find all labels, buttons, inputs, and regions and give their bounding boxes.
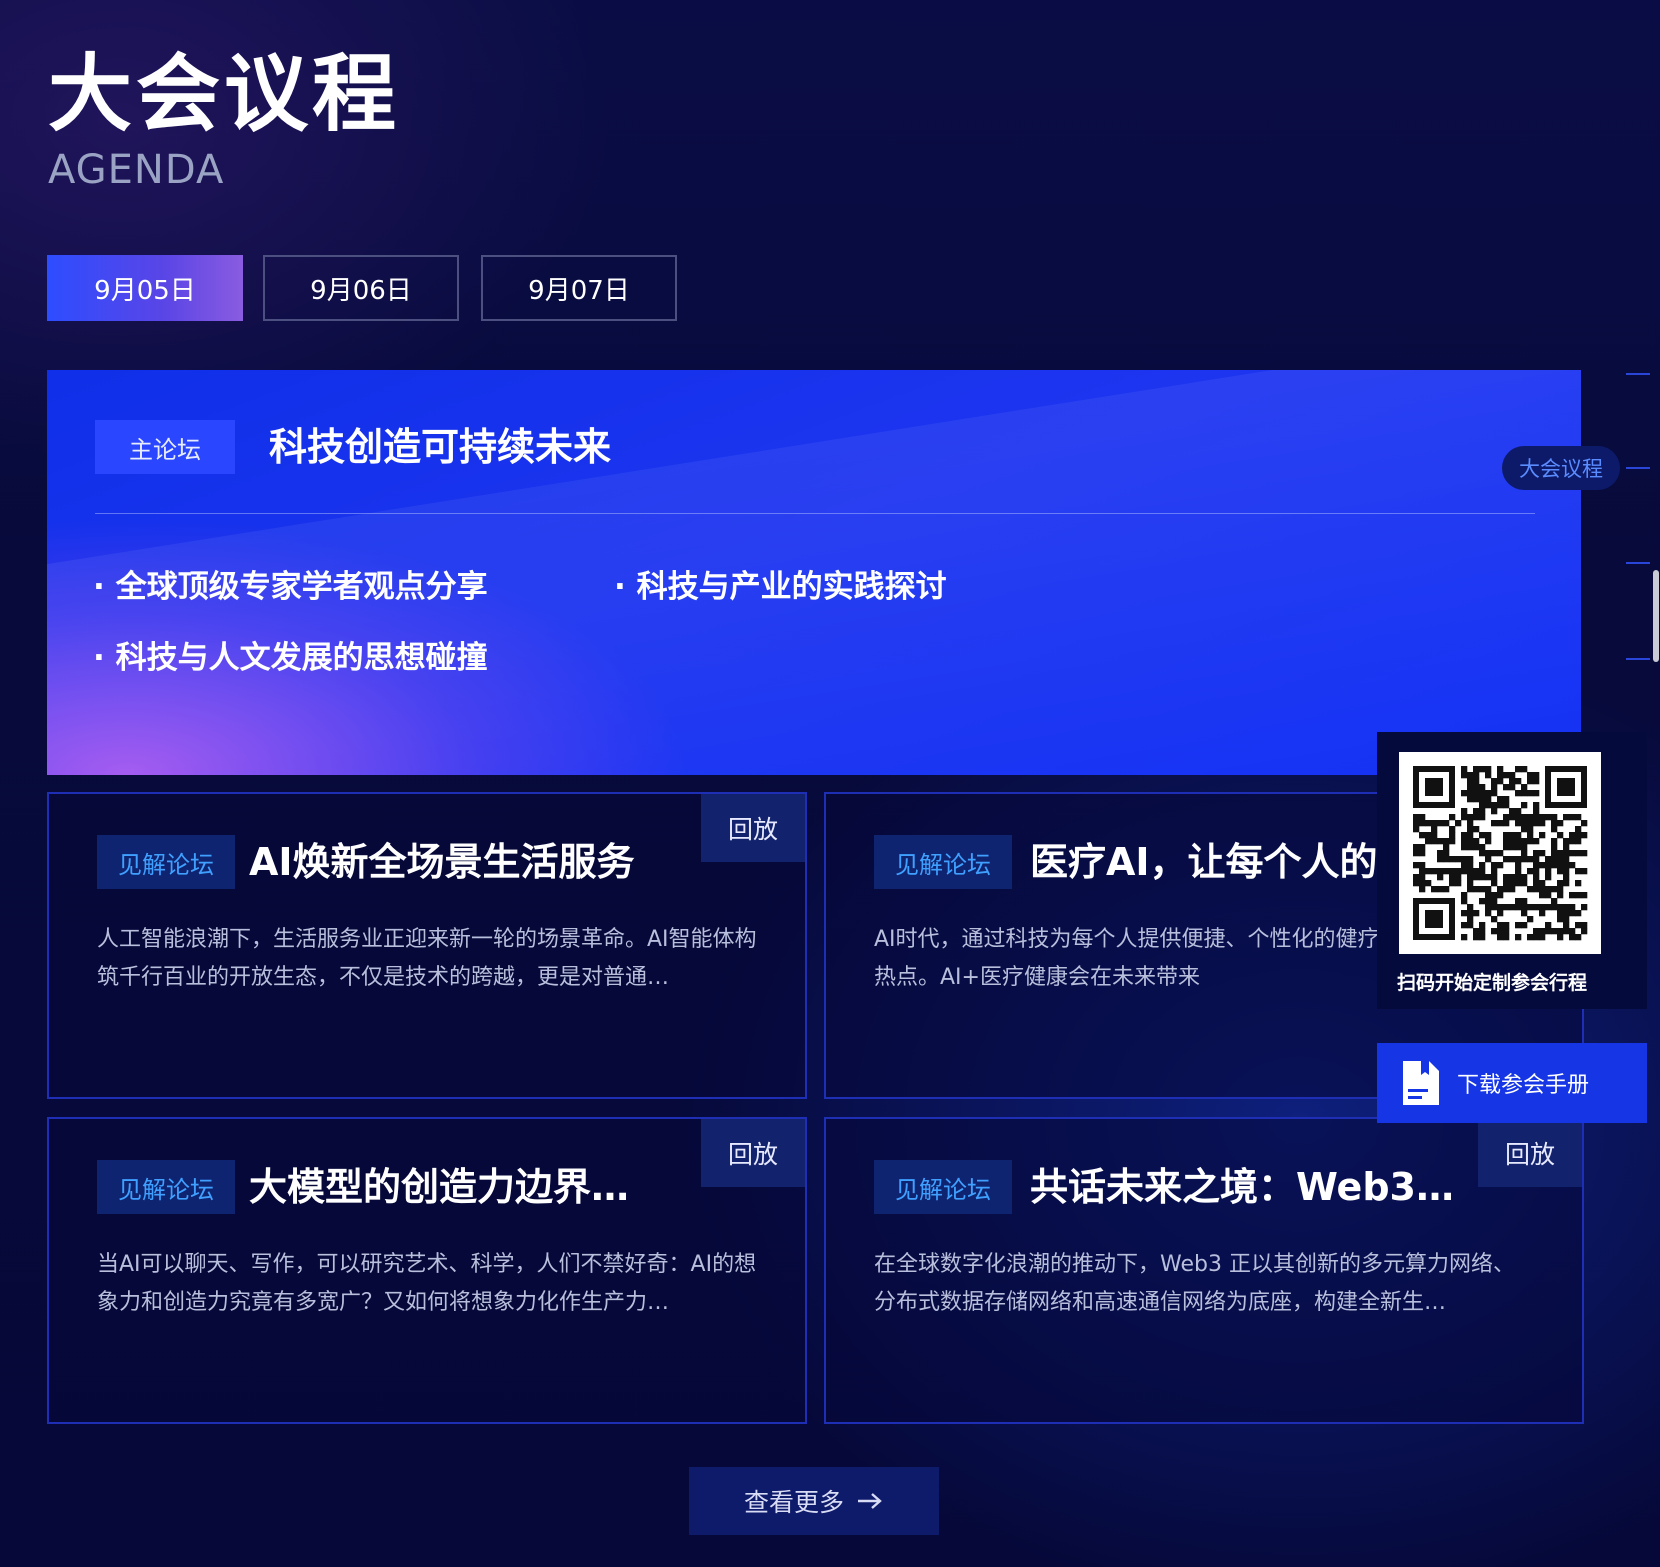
side-nav-tick[interactable] — [1626, 373, 1650, 375]
side-nav-tick[interactable] — [1626, 562, 1650, 564]
arrow-right-icon — [858, 1493, 882, 1509]
card-tag: 见解论坛 — [97, 1160, 235, 1214]
qr-caption: 扫码开始定制参会行程 — [1397, 972, 1588, 994]
download-handbook-button[interactable]: 下载参会手册 — [1377, 1043, 1647, 1123]
card-description: 当AI可以聊天、写作，可以研究艺术、科学，人们不禁好奇：AI的想象力和创造力究竟… — [97, 1252, 757, 1315]
replay-button[interactable]: 回放 — [701, 794, 805, 862]
main-forum-bullet: · 全球顶级专家学者观点分享 — [93, 569, 488, 605]
main-forum-banner[interactable]: 主论坛 科技创造可持续未来 · 全球顶级专家学者观点分享 · 科技与产业的实践探… — [47, 370, 1581, 775]
date-tab-0907[interactable]: 9月07日 — [481, 255, 677, 321]
card-description: 人工智能浪潮下，生活服务业正迎来新一轮的场景革命。AI智能体构筑千行百业的开放生… — [97, 927, 757, 990]
card-title: AI焕新全场景生活服务 — [249, 840, 635, 884]
qr-code-icon — [1399, 752, 1601, 954]
page-title: 大会议程 — [48, 45, 401, 143]
card-title: 共话未来之境：Web3… — [1030, 1165, 1454, 1209]
card-tag: 见解论坛 — [97, 835, 235, 889]
replay-button[interactable]: 回放 — [1478, 1119, 1582, 1187]
main-forum-bullet: · 科技与人文发展的思想碰撞 — [93, 640, 488, 676]
main-forum-bullet: · 科技与产业的实践探讨 — [614, 569, 947, 605]
main-forum-tag: 主论坛 — [95, 420, 235, 474]
forum-card-llm-creativity[interactable]: 见解论坛 大模型的创造力边界… 当AI可以聊天、写作，可以研究艺术、科学，人们不… — [47, 1117, 807, 1424]
forum-card-ai-life-services[interactable]: 见解论坛 AI焕新全场景生活服务 人工智能浪潮下，生活服务业正迎来新一轮的场景革… — [47, 792, 807, 1099]
qr-panel: 扫码开始定制参会行程 — [1377, 732, 1647, 1009]
date-tab-0905[interactable]: 9月05日 — [47, 255, 243, 321]
side-nav-tick[interactable] — [1626, 467, 1650, 469]
forum-card-web3[interactable]: 见解论坛 共话未来之境：Web3… 在全球数字化浪潮的推动下，Web3 正以其创… — [824, 1117, 1584, 1424]
side-nav-tick[interactable] — [1626, 658, 1650, 660]
card-title: 大模型的创造力边界… — [249, 1165, 630, 1209]
banner-divider — [95, 513, 1535, 514]
download-label: 下载参会手册 — [1457, 1073, 1590, 1098]
page-subtitle: AGENDA — [48, 147, 225, 193]
card-tag: 见解论坛 — [874, 835, 1012, 889]
main-forum-title: 科技创造可持续未来 — [269, 425, 612, 469]
replay-button[interactable]: 回放 — [701, 1119, 805, 1187]
document-icon — [1403, 1061, 1439, 1105]
side-nav-active-item[interactable]: 大会议程 — [1502, 446, 1620, 490]
date-tab-0906[interactable]: 9月06日 — [263, 255, 459, 321]
see-more-button[interactable]: 查看更多 — [689, 1467, 939, 1535]
see-more-label: 查看更多 — [743, 1488, 844, 1517]
card-tag: 见解论坛 — [874, 1160, 1012, 1214]
scrollbar-thumb[interactable] — [1653, 570, 1659, 662]
card-description: 在全球数字化浪潮的推动下，Web3 正以其创新的多元算力网络、分布式数据存储网络… — [874, 1252, 1515, 1315]
